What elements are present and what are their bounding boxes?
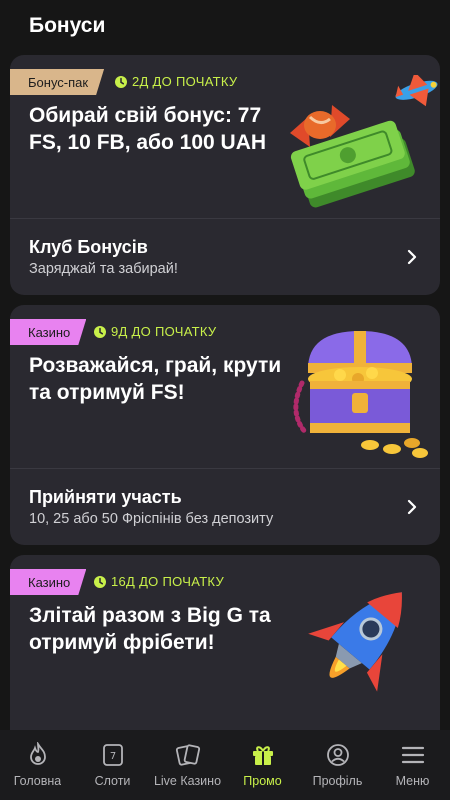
bonus-card[interactable]: Бонус-пак 2Д ДО ПОЧАТКУ Обирай свій бону… — [10, 55, 440, 295]
countdown-text: 9Д ДО ПОЧАТКУ — [111, 324, 217, 339]
participate-link[interactable]: Прийняти участь 10, 25 або 50 Фріспінів … — [10, 468, 440, 545]
clock-icon — [94, 575, 106, 588]
svg-text:7: 7 — [109, 751, 115, 762]
bonus-card-hero[interactable]: Казино 16Д ДО ПОЧАТКУ Злітай разом з Big… — [10, 555, 440, 730]
countdown-text: 16Д ДО ПОЧАТКУ — [111, 574, 225, 589]
link-subtitle: 10, 25 або 50 Фріспінів без депозиту — [29, 511, 274, 527]
nav-label: Слоти — [94, 774, 131, 788]
bonus-card[interactable]: Казино 9Д ДО ПОЧАТКУ Розважайся, грай, к… — [10, 305, 440, 545]
bonus-card[interactable]: Казино 16Д ДО ПОЧАТКУ Злітай разом з Big… — [10, 555, 440, 730]
cards-icon — [175, 744, 200, 766]
casino-tag: Казино — [10, 319, 86, 345]
countdown-text: 2Д ДО ПОЧАТКУ — [132, 74, 238, 89]
bonus-pack-tag: Бонус-пак — [10, 69, 104, 95]
bonus-card-title: Обирай свій бонус: 77 FS, 10 FB, або 100… — [29, 104, 267, 154]
nav-label: Меню — [395, 774, 430, 788]
nav-label: Головна — [13, 774, 62, 788]
treasure-chest-illustration — [293, 331, 428, 458]
profile-icon — [326, 744, 349, 766]
bottom-nav: Головна 7 Слоти Live Казино Промо Профіл… — [0, 730, 450, 800]
bonus-card-title: Злітай разом з Big G та отримуй фрібети! — [29, 604, 271, 654]
chevron-right-icon — [407, 249, 417, 265]
bonus-card-hero[interactable]: Казино 9Д ДО ПОЧАТКУ Розважайся, грай, к… — [10, 305, 440, 468]
clock-icon — [115, 75, 127, 88]
nav-item-slots[interactable]: 7 Слоти — [75, 742, 150, 800]
nav-item-profile[interactable]: Профіль — [300, 742, 375, 800]
link-title: Прийняти участь — [29, 487, 182, 507]
gift-icon — [252, 746, 273, 765]
menu-icon — [401, 746, 424, 764]
slot-machine-icon: 7 — [102, 744, 123, 766]
clock-icon — [94, 325, 106, 338]
link-title: Клуб Бонусів — [29, 237, 148, 257]
page-title: Бонуси — [29, 14, 106, 37]
nav-item-live-casino[interactable]: Live Казино — [150, 742, 225, 800]
nav-label: Промо — [243, 774, 282, 788]
nav-label: Профіль — [312, 774, 363, 788]
casino-tag: Казино — [10, 569, 86, 595]
link-subtitle: Заряджай та забирай! — [29, 261, 178, 277]
nav-item-home[interactable]: Головна — [0, 742, 75, 800]
rocket-illustration — [308, 592, 402, 692]
bonus-feed[interactable]: Бонус-пак 2Д ДО ПОЧАТКУ Обирай свій бону… — [10, 55, 440, 730]
nav-item-menu[interactable]: Меню — [375, 742, 450, 800]
header: Бонуси — [0, 0, 450, 52]
flame-icon — [29, 742, 46, 765]
countdown-timer: 2Д ДО ПОЧАТКУ — [114, 74, 237, 89]
nav-label: Live Казино — [153, 774, 222, 788]
chevron-right-icon — [407, 499, 417, 515]
countdown-timer: 9Д ДО ПОЧАТКУ — [93, 324, 216, 339]
countdown-timer: 16Д ДО ПОЧАТКУ — [93, 574, 224, 589]
bonus-card-title: Розважайся, грай, крути та отримуй FS! — [29, 354, 282, 404]
bonus-card-hero[interactable]: Бонус-пак 2Д ДО ПОЧАТКУ Обирай свій бону… — [10, 55, 440, 218]
nav-item-promo[interactable]: Промо — [225, 742, 300, 800]
money-candy-plane-illustration — [290, 75, 438, 208]
bonus-club-link[interactable]: Клуб Бонусів Заряджай та забирай! — [10, 218, 440, 295]
